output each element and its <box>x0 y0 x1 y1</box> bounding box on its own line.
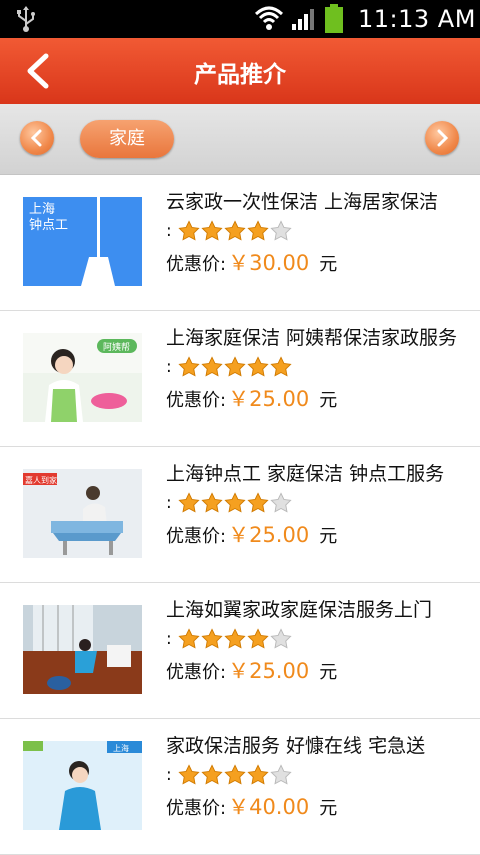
product-price: 优惠价: ￥25.00 元 <box>166 519 337 549</box>
category-next-button[interactable] <box>425 121 459 155</box>
status-bar: 11:13 AM <box>0 0 480 38</box>
price-label: 优惠价: <box>166 390 227 411</box>
product-rating: : <box>166 627 293 651</box>
price-unit: 元 <box>319 662 338 683</box>
product-rating: : <box>166 355 293 379</box>
star-filled-icon <box>224 356 246 377</box>
category-bar: 家庭 <box>0 104 480 175</box>
star-filled-icon <box>178 764 200 785</box>
usb-icon <box>17 6 35 32</box>
price-value: ￥25.00 <box>228 523 310 547</box>
product-rating: : <box>166 763 293 787</box>
price-unit: 元 <box>319 798 338 819</box>
star-filled-icon <box>247 220 269 241</box>
product-rating: : <box>166 219 293 243</box>
wifi-icon <box>254 6 284 30</box>
star-filled-icon <box>201 356 223 377</box>
star-filled-icon <box>224 628 246 649</box>
product-name: 云家政一次性保洁 上海居家保洁 <box>166 191 439 213</box>
product-name: 上海如翼家政家庭保洁服务上门 <box>166 599 433 621</box>
price-unit: 元 <box>319 254 338 275</box>
product-rating: : <box>166 491 293 515</box>
product-price: 优惠价: ￥25.00 元 <box>166 655 337 685</box>
star-empty-icon <box>270 764 292 785</box>
star-filled-icon <box>247 492 269 513</box>
rating-prefix: : <box>166 493 172 513</box>
product-item[interactable]: 上海 家政保洁服务 好慷在线 宅急送 : 优惠价: ￥40.00 元 <box>0 719 480 855</box>
star-filled-icon <box>270 356 292 377</box>
price-label: 优惠价: <box>166 798 227 819</box>
product-item[interactable]: 上海如翼家政家庭保洁服务上门 : 优惠价: ￥25.00 元 <box>0 583 480 719</box>
product-name: 上海钟点工 家庭保洁 钟点工服务 <box>166 463 445 485</box>
svg-text:嘉人到家: 嘉人到家 <box>25 475 57 485</box>
price-label: 优惠价: <box>166 254 227 275</box>
price-value: ￥25.00 <box>228 387 310 411</box>
price-value: ￥40.00 <box>228 795 310 819</box>
svg-text:上海: 上海 <box>29 202 55 217</box>
rating-prefix: : <box>166 765 172 785</box>
product-price: 优惠价: ￥30.00 元 <box>166 247 337 277</box>
svg-text:阿姨帮: 阿姨帮 <box>103 341 130 353</box>
rating-prefix: : <box>166 629 172 649</box>
price-value: ￥25.00 <box>228 659 310 683</box>
app-header: 产品推介 <box>0 38 480 104</box>
category-chip-selected[interactable]: 家庭 <box>80 120 174 158</box>
star-filled-icon <box>178 492 200 513</box>
star-filled-icon <box>201 492 223 513</box>
product-thumbnail: 嘉人到家 <box>23 469 142 558</box>
battery-icon <box>325 4 343 33</box>
rating-prefix: : <box>166 221 172 241</box>
chevron-left-icon <box>30 129 42 147</box>
product-thumbnail: 阿姨帮 <box>23 333 142 422</box>
product-item[interactable]: 阿姨帮 上海家庭保洁 阿姨帮保洁家政服务 : 优惠价: ￥25.00 元 <box>0 311 480 447</box>
price-unit: 元 <box>319 526 338 547</box>
status-time: 11:13 AM <box>358 5 476 33</box>
product-item[interactable]: 上海 钟点工 云家政一次性保洁 上海居家保洁 : 优惠价: ￥30.00 元 <box>0 175 480 311</box>
star-filled-icon <box>201 220 223 241</box>
star-filled-icon <box>178 220 200 241</box>
product-list: 上海 钟点工 云家政一次性保洁 上海居家保洁 : 优惠价: ￥30.00 元 阿 <box>0 175 480 855</box>
star-empty-icon <box>270 492 292 513</box>
product-name: 上海家庭保洁 阿姨帮保洁家政服务 <box>166 327 458 349</box>
price-label: 优惠价: <box>166 526 227 547</box>
star-filled-icon <box>224 220 246 241</box>
star-filled-icon <box>201 764 223 785</box>
star-filled-icon <box>201 628 223 649</box>
star-filled-icon <box>224 764 246 785</box>
star-filled-icon <box>247 356 269 377</box>
price-unit: 元 <box>319 390 338 411</box>
product-name: 家政保洁服务 好慷在线 宅急送 <box>166 735 426 757</box>
product-price: 优惠价: ￥25.00 元 <box>166 383 337 413</box>
category-prev-button[interactable] <box>20 121 54 155</box>
svg-text:上海: 上海 <box>113 743 129 753</box>
price-value: ￥30.00 <box>228 251 310 275</box>
star-filled-icon <box>178 356 200 377</box>
product-thumbnail: 上海 钟点工 <box>23 197 142 286</box>
svg-text:钟点工: 钟点工 <box>29 217 68 233</box>
star-filled-icon <box>247 628 269 649</box>
star-empty-icon <box>270 220 292 241</box>
rating-prefix: : <box>166 357 172 377</box>
price-label: 优惠价: <box>166 662 227 683</box>
chevron-right-icon <box>437 129 449 147</box>
page-title: 产品推介 <box>194 62 286 88</box>
signal-icon <box>292 9 314 30</box>
product-item[interactable]: 嘉人到家 上海钟点工 家庭保洁 钟点工服务 : 优惠价: ￥25.00 元 <box>0 447 480 583</box>
star-empty-icon <box>270 628 292 649</box>
star-filled-icon <box>178 628 200 649</box>
star-filled-icon <box>247 764 269 785</box>
star-filled-icon <box>224 492 246 513</box>
product-price: 优惠价: ￥40.00 元 <box>166 791 337 821</box>
product-thumbnail <box>23 605 142 694</box>
product-thumbnail: 上海 <box>23 741 142 830</box>
